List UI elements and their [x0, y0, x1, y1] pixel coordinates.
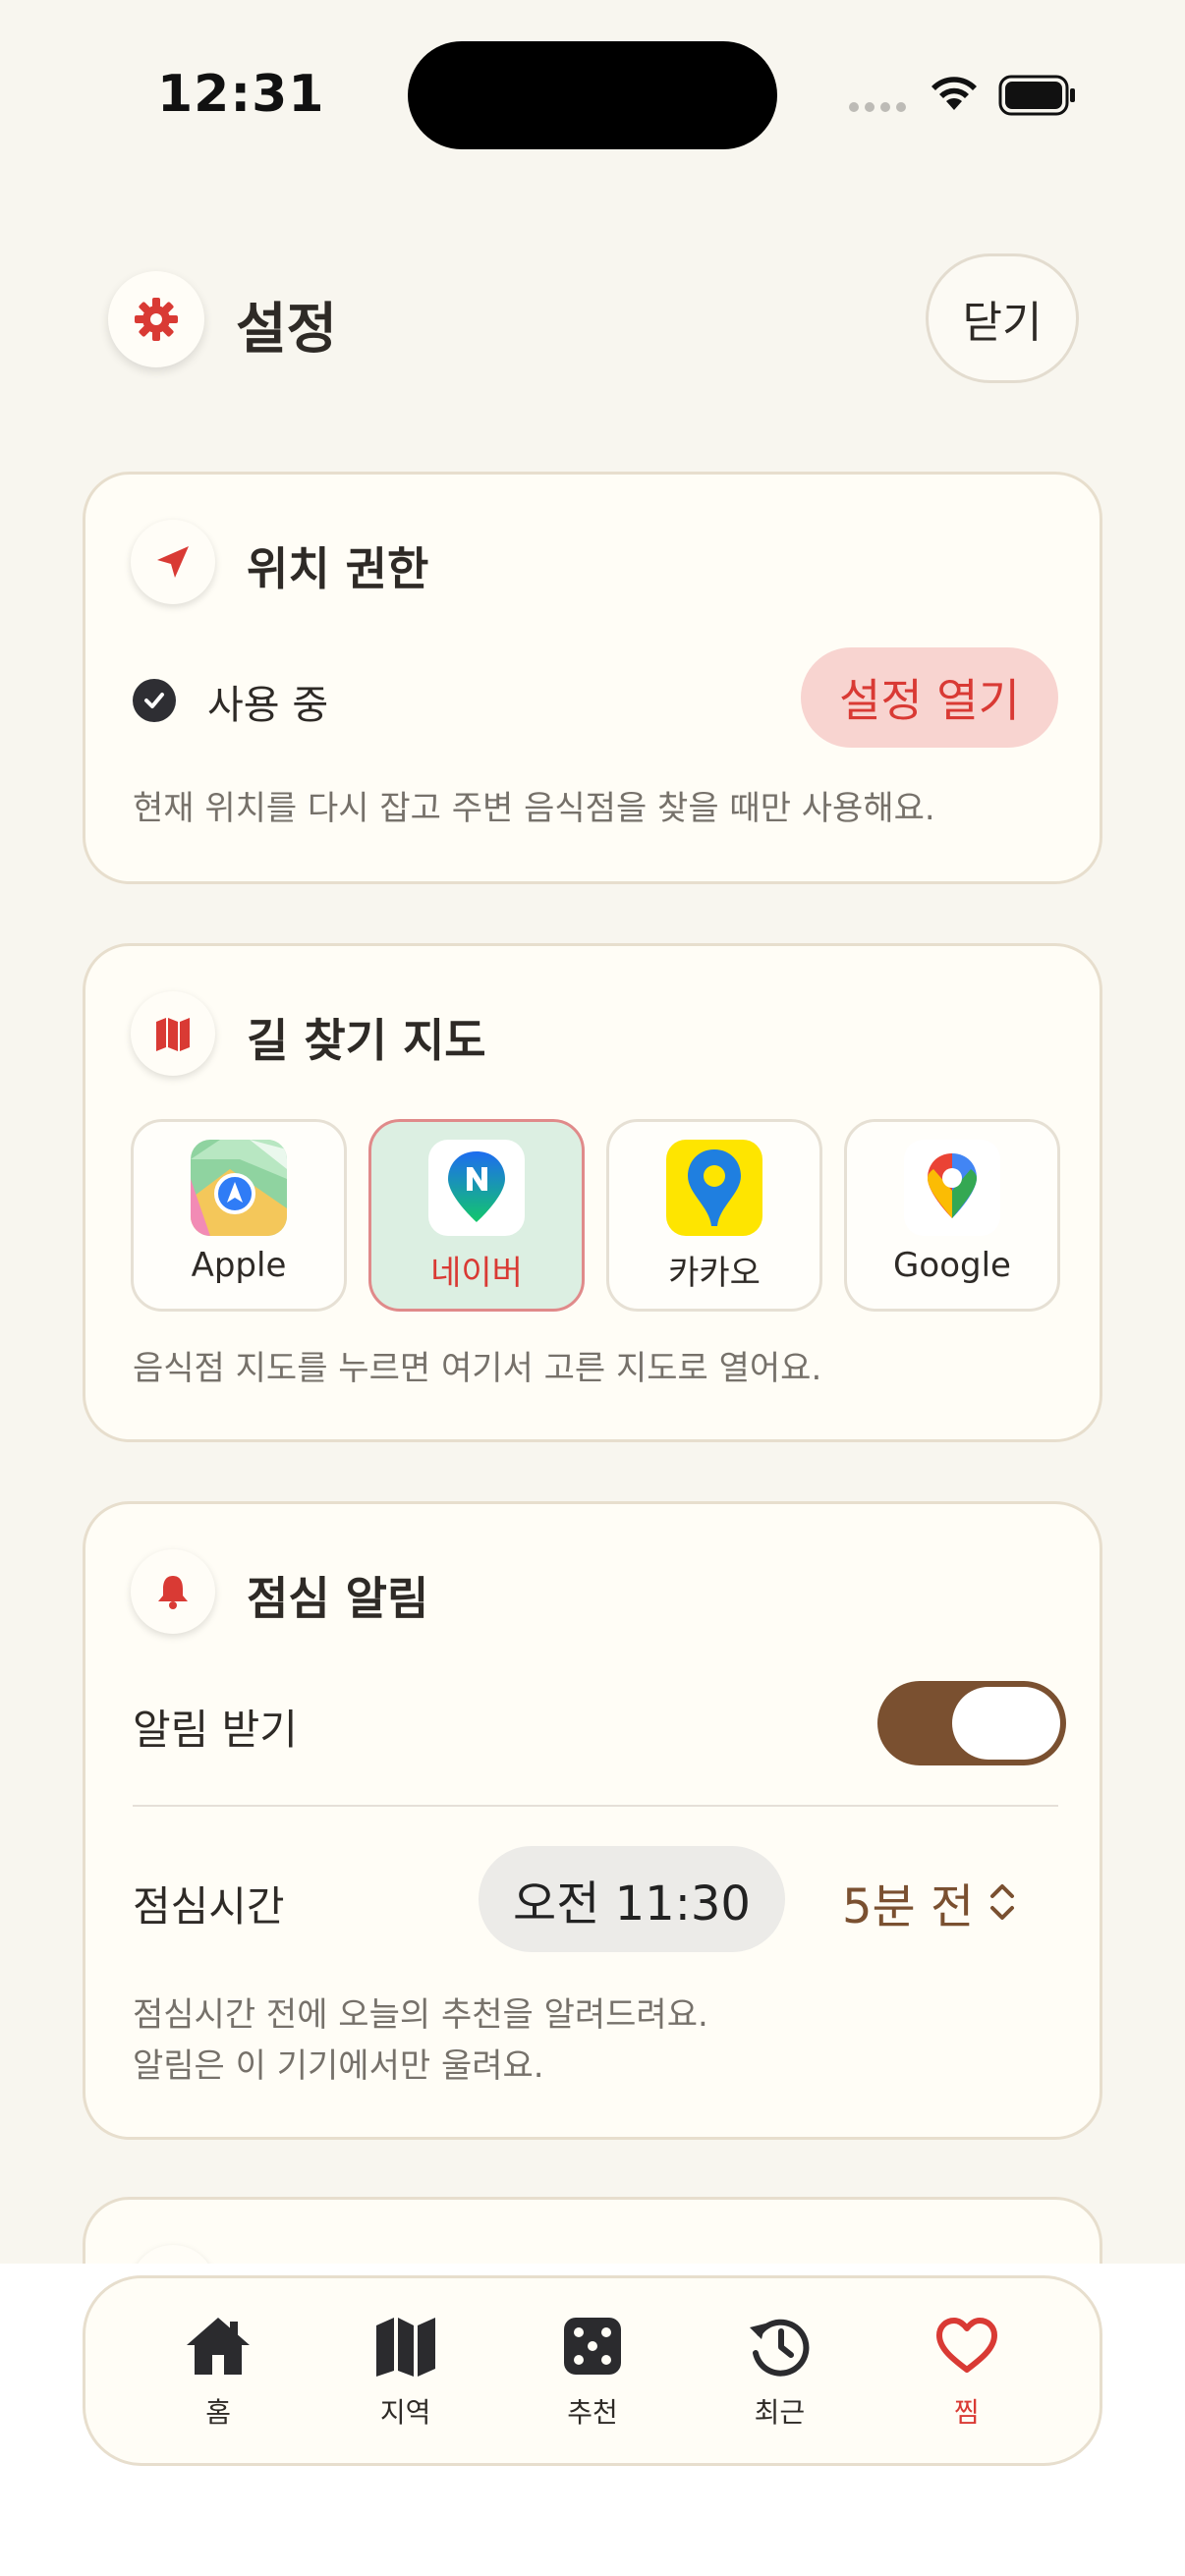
map-app-card: 길 찾기 지도 Apple 네이버 카카오 Google 음식점 지도를 누르면… [83, 943, 1102, 1442]
maps-caption: 음식점 지도를 누르면 여기서 고른 지도로 열어요. [133, 1349, 822, 1388]
tab-label: 최근 [754, 2396, 806, 2429]
alarm-card-title: 점심 알림 [247, 1572, 429, 1625]
bottom-tab-bar: 홈 지역 추천 최근 찜 [83, 2275, 1102, 2466]
map-icon [372, 2311, 439, 2381]
folded-map-icon [156, 1018, 190, 1051]
maps-card-title: 길 찾기 지도 [247, 1014, 486, 1067]
lunch-time-picker[interactable]: 오전 11:30 [479, 1846, 785, 1952]
location-status: 사용 중 [207, 683, 329, 728]
map-option-kakao[interactable]: 카카오 [606, 1119, 822, 1312]
chevron-up-down-icon [990, 1884, 1015, 1920]
status-time: 12:31 [157, 65, 325, 124]
divider [133, 1805, 1058, 1807]
dice-icon [562, 2311, 623, 2381]
offset-value: 5분 전 [842, 1879, 975, 1934]
dynamic-island [408, 41, 777, 149]
map-badge [131, 991, 215, 1076]
tab-favorites[interactable]: 찜 [893, 2311, 1041, 2431]
map-option-label: Google [893, 1246, 1011, 1285]
map-option-label: 네이버 [430, 1254, 523, 1293]
heart-icon [934, 2311, 999, 2381]
map-option-apple[interactable]: Apple [131, 1119, 347, 1312]
home-icon [183, 2311, 254, 2381]
location-arrow-icon [157, 546, 189, 578]
lunch-alarm-card: 점심 알림 알림 받기 점심시간 오전 11:30 5분 전 점심시간 전에 오… [83, 1501, 1102, 2140]
kakao-map-icon [666, 1140, 762, 1236]
open-settings-button[interactable]: 설정 열기 [801, 647, 1058, 748]
checkmark-icon [133, 679, 176, 722]
history-icon [746, 2311, 813, 2381]
bell-badge [131, 1549, 215, 1634]
settings-gear-badge [108, 271, 204, 367]
cellular-signal-icon [849, 102, 906, 112]
tab-label: 홈 [205, 2396, 232, 2429]
google-maps-icon [904, 1140, 1000, 1236]
tab-label: 지역 [379, 2396, 431, 2429]
bell-icon [158, 1576, 188, 1609]
status-bar: 12:31 [0, 0, 1185, 196]
alarm-caption-line2: 알림은 이 기기에서만 울려요. [133, 2046, 544, 2086]
map-option-label: 카카오 [668, 1254, 761, 1293]
map-option-naver[interactable]: 네이버 [368, 1119, 585, 1312]
alarm-caption-line1: 점심시간 전에 오늘의 추천을 알려드려요. [133, 1995, 708, 2035]
map-option-list: Apple 네이버 카카오 Google [131, 1119, 1060, 1312]
apple-maps-icon [191, 1140, 287, 1236]
wifi-icon [931, 77, 977, 110]
location-caption: 현재 위치를 다시 잡고 주변 음식점을 찾을 때만 사용해요. [133, 789, 935, 828]
close-button[interactable]: 닫기 [926, 253, 1079, 383]
receive-alarm-label: 알림 받기 [133, 1706, 298, 1754]
location-permission-card: 위치 권한 사용 중 설정 열기 현재 위치를 다시 잡고 주변 음식점을 찾을… [83, 472, 1102, 884]
offset-select[interactable]: 5분 전 [842, 1868, 1017, 1936]
lunch-time-label: 점심시간 [133, 1882, 285, 1931]
tab-label: 추천 [567, 2396, 618, 2429]
battery-icon [998, 75, 1075, 116]
map-option-label: Apple [191, 1246, 287, 1285]
naver-map-icon [428, 1140, 525, 1236]
map-option-google[interactable]: Google [844, 1119, 1060, 1312]
page-title: 설정 [236, 298, 338, 362]
tab-region[interactable]: 지역 [332, 2311, 480, 2431]
location-badge [131, 520, 215, 604]
tab-home[interactable]: 홈 [144, 2311, 292, 2431]
tab-label: 찜 [953, 2396, 980, 2429]
toggle-knob [952, 1687, 1060, 1760]
location-card-title: 위치 권한 [247, 542, 429, 595]
tab-recent[interactable]: 최근 [705, 2311, 853, 2431]
gear-icon [135, 298, 178, 341]
receive-alarm-toggle[interactable] [877, 1681, 1066, 1765]
tab-recommend[interactable]: 추천 [519, 2311, 666, 2431]
